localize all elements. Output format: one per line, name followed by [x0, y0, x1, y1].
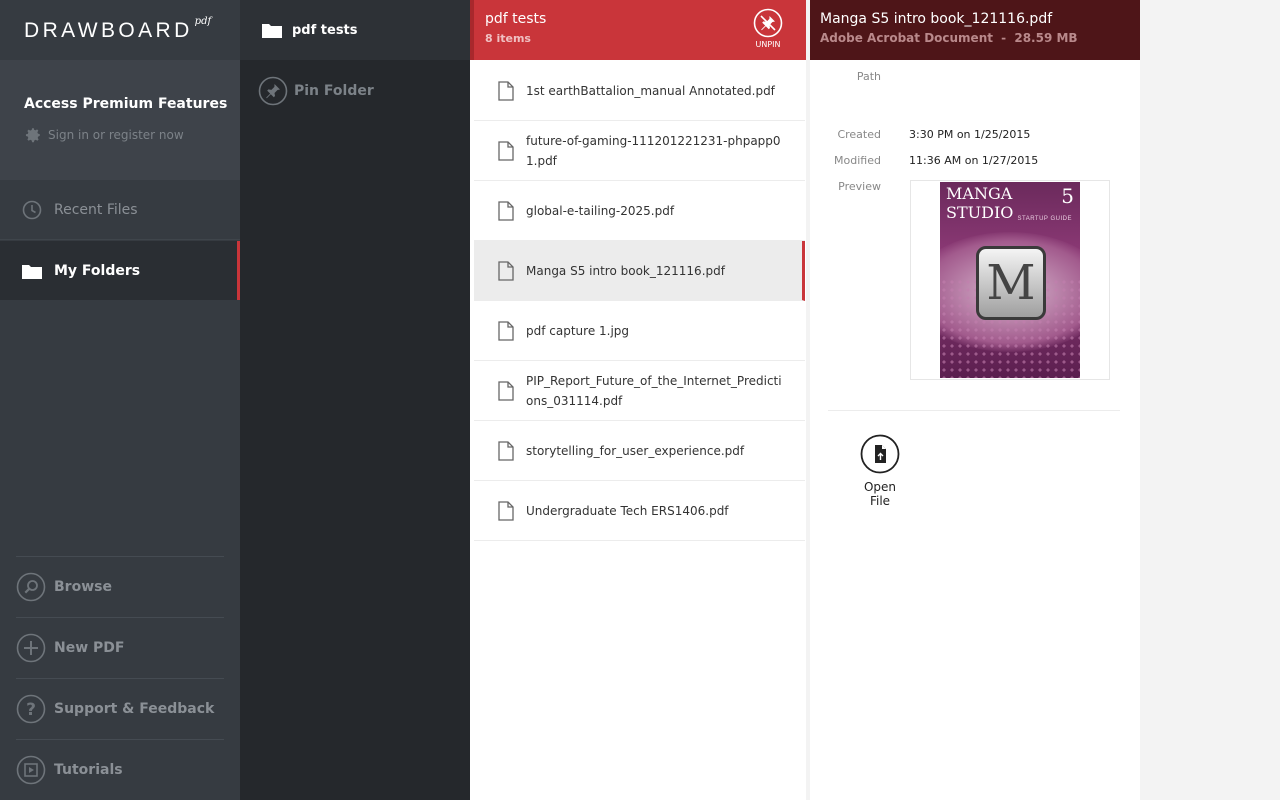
pin-folder-label: Pin Folder — [294, 83, 374, 99]
modified-value: 11:36 AM on 1/27/2015 — [909, 154, 1039, 167]
file-name: 1st earthBattalion_manual Annotated.pdf — [526, 83, 775, 98]
document-icon — [498, 140, 514, 161]
cover-subtitle: STARTUP GUIDE — [1017, 216, 1072, 222]
created-value: 3:30 PM on 1/25/2015 — [909, 128, 1031, 141]
new-pdf-label: New PDF — [54, 639, 125, 656]
details-divider — [828, 410, 1120, 411]
current-folder-label: pdf tests — [292, 22, 358, 38]
app-window: DRAWBOARD pdf Access Premium Features Si… — [0, 0, 1280, 800]
file-name: global-e-tailing-2025.pdf — [526, 203, 675, 218]
open-file-button[interactable]: Open File — [854, 434, 906, 508]
unpin-icon — [753, 8, 783, 38]
play-icon — [16, 755, 46, 784]
file-count: 8 items — [485, 32, 531, 45]
search-icon — [16, 572, 46, 601]
details-header: Manga S5 intro book_121116.pdf Adobe Acr… — [810, 0, 1140, 60]
premium-title: Access Premium Features — [24, 96, 228, 112]
details-file-size: 28.59 MB — [1014, 31, 1078, 45]
cover-logo: M — [976, 246, 1046, 320]
file-preview: MANGA STUDIO 5 STARTUP GUIDE M — [910, 180, 1110, 380]
pin-icon — [258, 76, 288, 106]
sidebar: DRAWBOARD pdf Access Premium Features Si… — [0, 0, 240, 800]
unpin-button[interactable]: UNPIN — [750, 8, 786, 49]
file-row[interactable]: Undergraduate Tech ERS1406.pdf — [474, 481, 805, 541]
modified-label: Modified — [834, 154, 881, 167]
browse-label: Browse — [54, 578, 112, 595]
file-row[interactable]: storytelling_for_user_experience.pdf — [474, 421, 805, 481]
document-icon — [498, 380, 514, 401]
sign-in-text: Sign in or register now — [48, 128, 184, 142]
file-name: future-of-gaming-111201221231-phpapp01.p… — [526, 133, 781, 168]
file-row-selected[interactable]: Manga S5 intro book_121116.pdf — [474, 241, 805, 301]
plus-icon — [16, 633, 46, 662]
gear-icon — [25, 128, 40, 143]
support-label: Support & Feedback — [54, 700, 215, 717]
document-icon — [498, 200, 514, 221]
logo-text: DRAWBOARD — [24, 19, 193, 42]
file-list-title: pdf tests — [485, 11, 547, 27]
document-icon — [498, 500, 514, 521]
nav-folders-label: My Folders — [54, 262, 141, 279]
premium-panel[interactable]: Access Premium Features Sign in or regis… — [0, 60, 240, 180]
created-label: Created — [837, 128, 881, 141]
file-row[interactable]: global-e-tailing-2025.pdf — [474, 181, 805, 241]
tutorials-label: Tutorials — [54, 761, 123, 778]
file-name: PIP_Report_Future_of_the_Internet_Predic… — [526, 373, 782, 408]
open-file-icon — [860, 434, 900, 474]
new-pdf-button[interactable]: New PDF — [16, 617, 224, 677]
app-logo: DRAWBOARD pdf — [24, 16, 212, 46]
details-file-info: Adobe Acrobat Document - 28.59 MB — [820, 31, 1078, 45]
current-folder[interactable]: pdf tests — [240, 0, 470, 60]
logo-sub-text: pdf — [194, 16, 212, 27]
folder-icon — [262, 24, 282, 38]
details-file-name: Manga S5 intro book_121116.pdf — [820, 11, 1053, 27]
file-row[interactable]: future-of-gaming-111201221231-phpapp01.p… — [474, 121, 805, 181]
support-feedback-button[interactable]: ? Support & Feedback — [16, 678, 224, 738]
tutorials-button[interactable]: Tutorials — [16, 739, 224, 799]
cover-number: 5 — [1061, 184, 1074, 208]
browse-button[interactable]: Browse — [16, 556, 224, 616]
file-details-panel: Manga S5 intro book_121116.pdf Adobe Acr… — [810, 0, 1140, 800]
file-row[interactable]: 1st earthBattalion_manual Annotated.pdf — [474, 61, 805, 121]
document-icon — [498, 260, 514, 281]
question-icon: ? — [16, 694, 46, 723]
path-label: Path — [856, 70, 881, 83]
preview-cover-image: MANGA STUDIO 5 STARTUP GUIDE M — [940, 182, 1080, 378]
clock-icon — [22, 200, 42, 220]
unpin-label: UNPIN — [755, 40, 781, 49]
document-icon — [498, 320, 514, 341]
preview-label: Preview — [838, 180, 881, 193]
pin-folder-button[interactable]: Pin Folder — [258, 76, 374, 106]
sign-in-link[interactable]: Sign in or register now — [24, 126, 184, 144]
file-row[interactable]: PIP_Report_Future_of_the_Internet_Predic… — [474, 361, 805, 421]
document-icon — [498, 440, 514, 461]
folder-icon — [22, 264, 42, 279]
nav-recent-label: Recent Files — [54, 202, 138, 218]
file-list-panel: pdf tests 8 items UNPIN 1st earthBattali… — [470, 0, 806, 800]
details-separator: - — [1001, 31, 1007, 45]
file-name: pdf capture 1.jpg — [526, 323, 630, 338]
file-name: storytelling_for_user_experience.pdf — [526, 443, 745, 458]
file-row[interactable]: pdf capture 1.jpg — [474, 301, 805, 361]
document-icon — [498, 80, 514, 101]
details-file-type: Adobe Acrobat Document — [820, 31, 993, 45]
folder-panel: pdf tests Pin Folder — [240, 0, 470, 800]
nav-my-folders[interactable]: My Folders — [0, 241, 240, 300]
file-name: Manga S5 intro book_121116.pdf — [526, 263, 725, 278]
svg-text:?: ? — [26, 700, 36, 720]
open-file-label: Open File — [863, 480, 897, 508]
file-name: Undergraduate Tech ERS1406.pdf — [526, 503, 729, 518]
nav-recent-files[interactable]: Recent Files — [0, 181, 240, 240]
file-list-header: pdf tests 8 items UNPIN — [470, 0, 806, 60]
